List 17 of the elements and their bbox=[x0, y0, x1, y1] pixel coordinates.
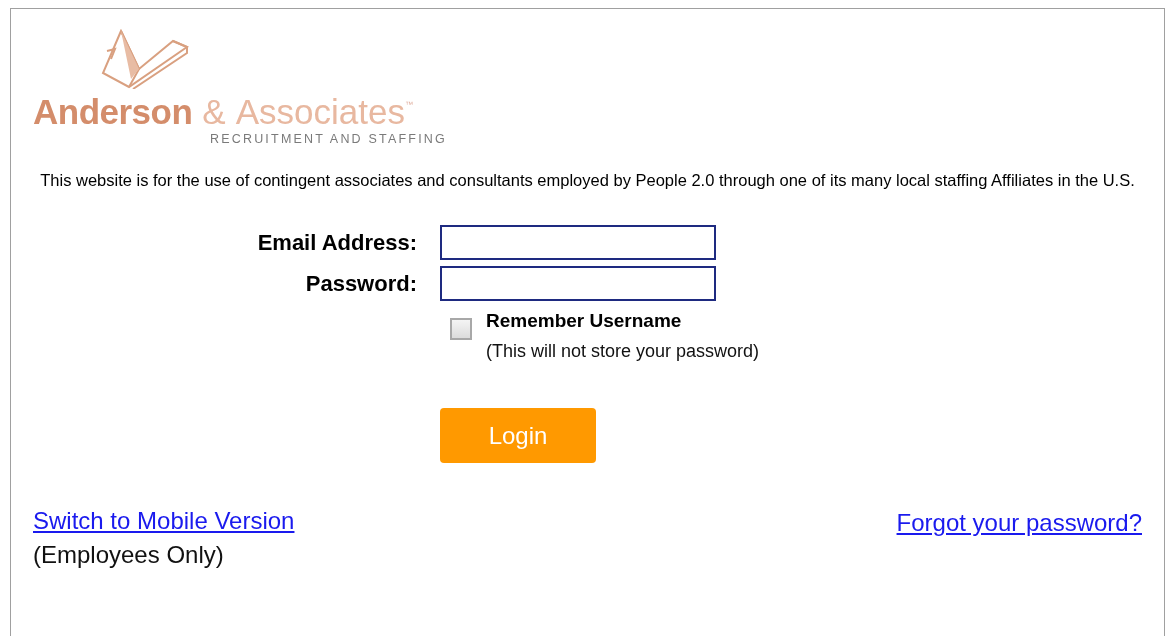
trademark-sign: ™ bbox=[404, 99, 413, 111]
brand-name: Anderson bbox=[33, 93, 193, 131]
brand-name: Associates bbox=[235, 93, 405, 131]
checkbox-label: Remember Username bbox=[486, 310, 683, 332]
field-label: Password: bbox=[305, 270, 417, 297]
notice-text: This website is for the use of contingent associates and consultants employed by People 2.0 through one of its many local staffing Affiliates in the U.S. bbox=[39, 170, 1136, 191]
logo-icon bbox=[99, 29, 191, 89]
forgot-password-link[interactable]: Forgot your password? bbox=[896, 509, 1142, 537]
field-label: Email Address: bbox=[257, 229, 417, 256]
password-field[interactable] bbox=[440, 266, 716, 301]
mobile-version-link[interactable]: Switch to Mobile Version bbox=[33, 507, 295, 535]
link-note: (Employees Only) bbox=[33, 541, 225, 569]
brand-tagline: RECRUITMENT AND STAFFING bbox=[209, 132, 447, 146]
checkbox-note: (This will not store your password) bbox=[486, 341, 760, 362]
remember-checkbox[interactable] bbox=[450, 318, 472, 340]
brand-ampersand: & bbox=[202, 93, 226, 131]
email-field[interactable] bbox=[440, 225, 716, 260]
